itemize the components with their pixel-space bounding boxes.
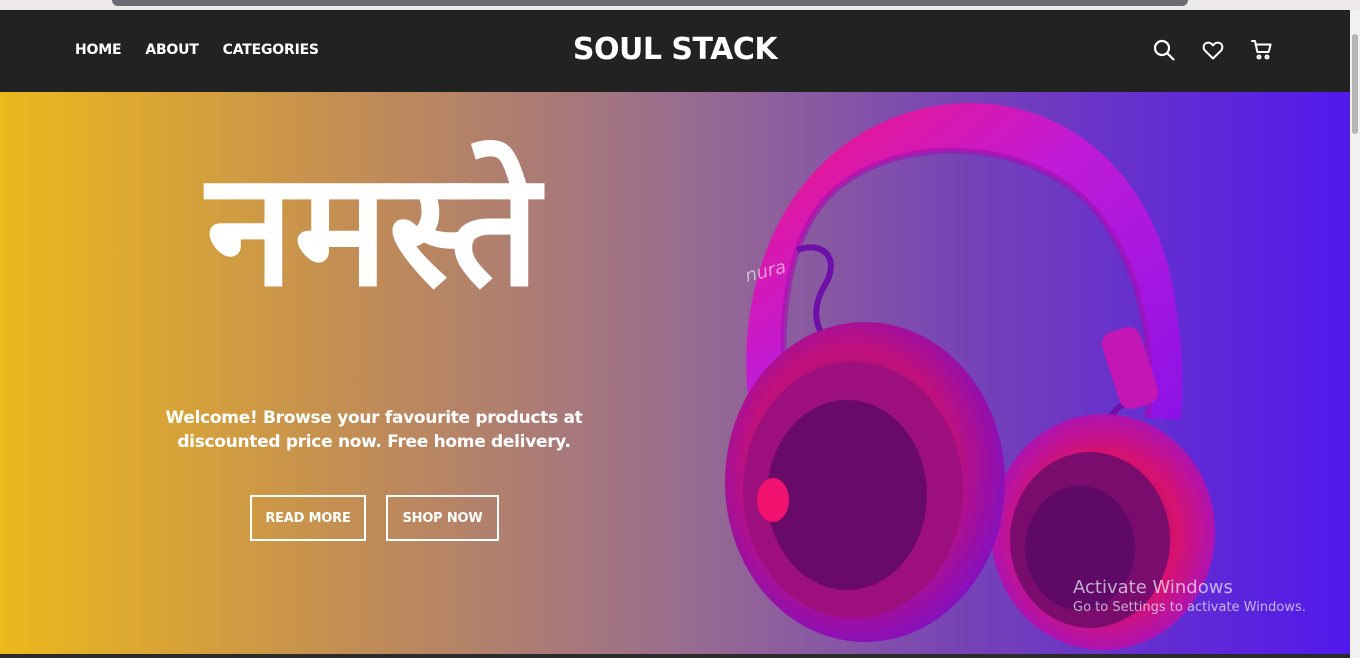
watermark-subtitle: Go to Settings to activate Windows. <box>1073 600 1306 615</box>
page-scrollbar[interactable] <box>1350 10 1360 658</box>
hero-headline: नमस्ते <box>206 138 540 322</box>
nav-icons <box>1152 38 1299 62</box>
bottom-edge <box>0 654 1350 658</box>
cart-icon[interactable] <box>1250 38 1274 62</box>
scrollbar-thumb[interactable] <box>1352 34 1358 134</box>
hero-banner: नमस्ते Welcome! Browse your favourite pr… <box>0 92 1350 658</box>
watermark-title: Activate Windows <box>1073 577 1233 598</box>
shop-now-button[interactable]: SHOP NOW <box>386 495 499 541</box>
hero-subtext: Welcome! Browse your favourite products … <box>165 408 583 452</box>
heart-icon[interactable] <box>1201 38 1225 62</box>
brand-logo[interactable]: SOUL STACK <box>0 32 1350 67</box>
headphones-image: nura <box>725 103 1215 650</box>
search-icon[interactable] <box>1152 38 1176 62</box>
read-more-button[interactable]: READ MORE <box>250 495 366 541</box>
navbar: HOME ABOUT CATEGORIES SOUL STACK <box>0 10 1350 92</box>
browser-tab-bar <box>112 0 1188 6</box>
activate-windows-watermark: Activate Windows Go to Settings to activ… <box>1073 577 1306 615</box>
browser-top-strip <box>0 0 1360 10</box>
